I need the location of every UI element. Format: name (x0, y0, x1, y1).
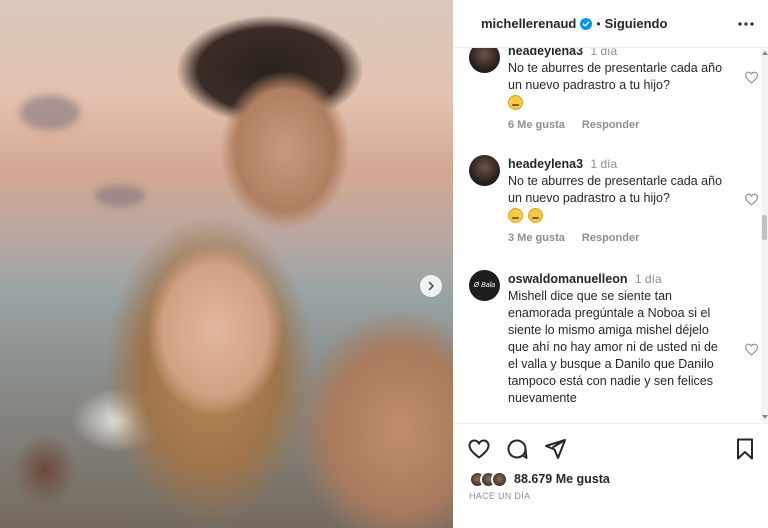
heart-icon[interactable] (744, 342, 759, 357)
comment-meta-clipped (508, 415, 730, 423)
avatar[interactable] (469, 155, 500, 186)
comment-username[interactable]: headeylena3 (508, 157, 583, 171)
reply-button[interactable]: Responder (582, 119, 639, 131)
post-actions (467, 437, 757, 463)
reply-button[interactable]: Responder (582, 232, 639, 244)
comment-time: 1 día (634, 272, 662, 286)
likes-count[interactable]: 88.679 Me gusta (514, 472, 610, 486)
avatar[interactable] (469, 48, 500, 73)
post-header: michellerenaud • Siguiendo (453, 0, 768, 48)
comment-text: No te aburres de presentarle cada año un… (508, 173, 730, 224)
following-button[interactable]: Siguiendo (605, 16, 668, 31)
comment-likes[interactable]: 3 Me gusta (508, 232, 565, 244)
author-username[interactable]: michellerenaud (481, 16, 576, 31)
scroll-up-icon[interactable] (762, 50, 768, 56)
emoji-icon (528, 208, 544, 224)
comment-meta: 3 Me gusta Responder (508, 232, 730, 244)
comment-username[interactable]: oswaldomanuelleon (508, 272, 627, 286)
heart-icon[interactable] (744, 70, 759, 85)
comment-username[interactable]: headeylena3 (508, 48, 583, 58)
bookmark-icon[interactable] (733, 437, 757, 461)
post-time: HACE UN DÍA (469, 491, 531, 501)
comment-likes[interactable]: 6 Me gusta (508, 119, 565, 131)
comment-time: 1 día (590, 157, 618, 171)
scroll-down-icon[interactable] (762, 414, 768, 420)
send-icon[interactable] (543, 437, 567, 461)
avatar-text: Ø Bala (473, 282, 496, 289)
avatar (491, 470, 508, 488)
comment-time: 1 día (590, 48, 618, 58)
carousel-next-button[interactable] (420, 275, 442, 297)
heart-icon[interactable] (744, 192, 759, 207)
emoji-icon (508, 95, 523, 111)
chevron-right-icon (428, 281, 435, 291)
comment-header: oswaldomanuelleon 1 día (508, 270, 730, 288)
comment-text-content: No te aburres de presentarle cada año un… (508, 174, 723, 205)
more-icon[interactable] (736, 14, 756, 34)
comment-text-content: No te aburres de presentarle cada año un… (508, 61, 723, 92)
heart-icon[interactable] (467, 437, 491, 461)
avatar[interactable]: Ø Bala (469, 270, 500, 301)
post-side-panel: michellerenaud • Siguiendo headeylena3 1… (453, 0, 768, 528)
comment-text: No te aburres de presentarle cada año un… (508, 60, 730, 111)
comments-scrollbar-thumb[interactable] (762, 215, 767, 240)
comment-icon[interactable] (505, 437, 529, 461)
header-separator: • (596, 16, 601, 31)
post-photo (0, 0, 453, 528)
comments-list[interactable]: headeylena3 1 día No te aburres de prese… (453, 48, 768, 424)
verified-badge-icon (580, 17, 593, 30)
comment-meta: 6 Me gusta Responder (508, 119, 730, 131)
likes-summary: 88.679 Me gusta (469, 468, 610, 490)
photo-cloud (20, 95, 80, 130)
photo-cloud (95, 185, 145, 207)
comment-header: headeylena3 1 día (508, 48, 730, 60)
emoji-icon (508, 208, 523, 224)
comment-header: headeylena3 1 día (508, 155, 730, 173)
comment-text: Mishell dice que se siente tan enamorada… (508, 289, 718, 405)
